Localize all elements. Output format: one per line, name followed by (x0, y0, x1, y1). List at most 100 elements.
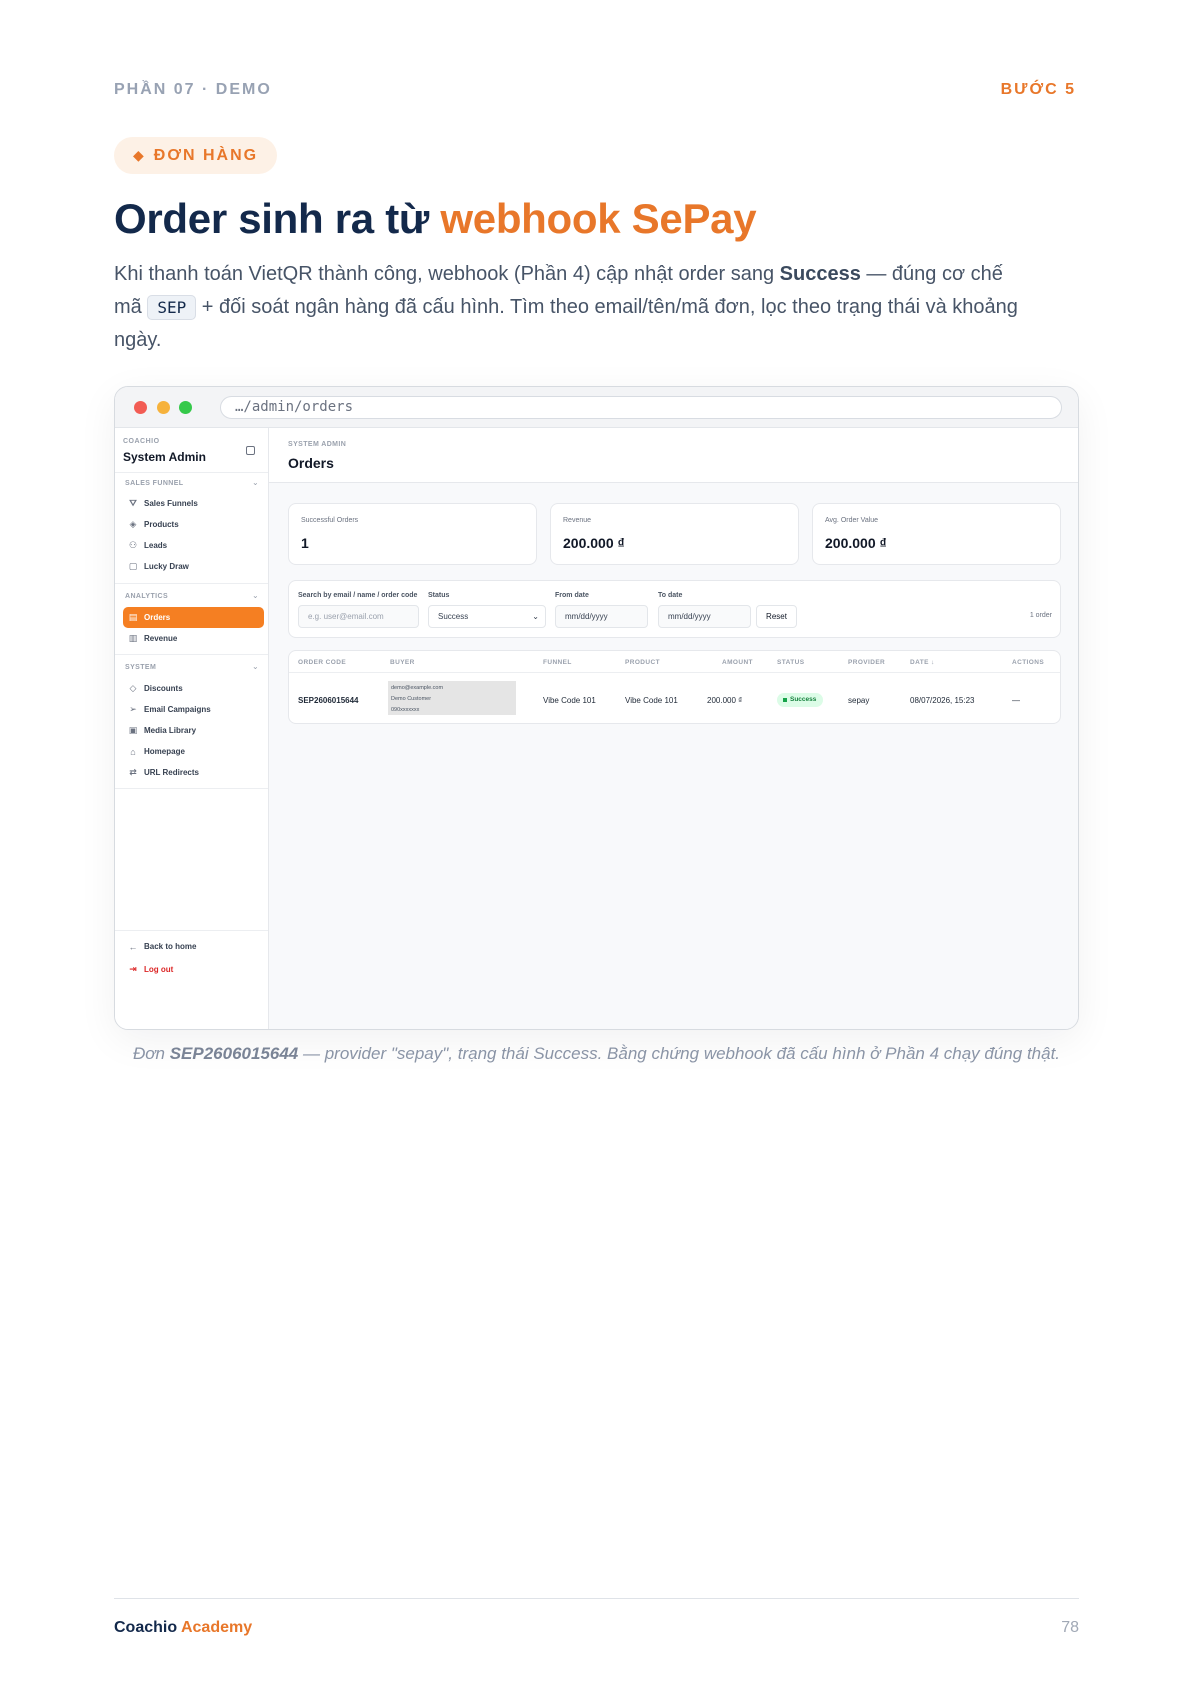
image-icon: ▣ (128, 725, 138, 735)
status-select[interactable]: Success ⌄ (428, 605, 546, 628)
address-bar[interactable]: …/admin/orders (220, 396, 1062, 419)
reset-button[interactable]: Reset (756, 605, 797, 628)
page-number: 78 (1061, 1619, 1079, 1636)
product-cell: Vibe Code 101 (625, 696, 678, 705)
diamond-icon: ◆ (133, 147, 146, 163)
sidebar-item-label: Discounts (144, 684, 183, 693)
lead-text-3: + đối soát ngân hàng đã cấu hình. Tìm th… (114, 296, 1018, 351)
square-icon: ▢ (128, 561, 138, 571)
back-to-home-link[interactable]: ← Back to home (123, 936, 264, 957)
provider-cell: sepay (848, 696, 870, 705)
maximize-dot[interactable] (179, 401, 192, 414)
page-kicker: SYSTEM ADMIN (288, 441, 347, 448)
figure-caption: Đơn SEP2606015644 — provider "sepay", tr… (114, 1044, 1079, 1064)
logout-icon: ⇥ (129, 964, 137, 974)
stat-card-successful-orders: Successful Orders 1 (288, 503, 537, 565)
buyer-phone: 090xxxxxxx (391, 707, 420, 713)
column-header: BUYER (390, 659, 415, 666)
logout-button[interactable]: ⇥ Log out (123, 959, 264, 980)
divider (115, 930, 268, 931)
redirect-icon: ⇄ (129, 767, 137, 777)
status-badge: Success (777, 693, 824, 707)
stat-label: Successful Orders (301, 517, 359, 524)
sidebar-item-label: Homepage (144, 747, 185, 756)
stat-card-avg-order-value: Avg. Order Value 200.000 ₫ (812, 503, 1061, 565)
browser-toolbar: …/admin/orders (115, 387, 1078, 428)
section-analytics[interactable]: ANALYTICS (125, 593, 168, 600)
minimize-dot[interactable] (157, 401, 170, 414)
page-heading: Order sinh ra từ webhook SePay (114, 195, 757, 243)
buyer-email: demo@example.com (391, 685, 444, 691)
divider (115, 788, 268, 789)
footer-brand: Coachio Academy (114, 1619, 252, 1637)
sidebar-item-label: Media Library (144, 726, 197, 735)
status-select-value: Success (438, 612, 469, 621)
sidebar-item-label: Revenue (144, 634, 178, 643)
sidebar-item-url-redirects[interactable]: ⇄ URL Redirects (123, 762, 264, 783)
sidebar-item-label: Products (144, 520, 179, 529)
caption-text-1: Đơn (132, 1044, 170, 1063)
sidebar-item-orders[interactable]: ▤ Orders (123, 607, 264, 628)
sidebar-item-label: Lucky Draw (144, 562, 189, 571)
sidebar-item-sales-funnels[interactable]: ⛛ Sales Funnels (123, 493, 264, 514)
from-date-input[interactable]: mm/dd/yyyy (555, 605, 648, 628)
column-header: PROVIDER (848, 659, 886, 666)
date-cell: 08/07/2026, 15:23 (910, 696, 975, 705)
column-header: AMOUNT (722, 659, 753, 666)
sidebar-item-email-campaigns[interactable]: ➢ Email Campaigns (123, 699, 264, 720)
arrow-left-icon: ← (128, 941, 138, 952)
divider (115, 472, 268, 473)
search-input[interactable]: e.g. user@email.com (298, 605, 419, 628)
date-sort-header[interactable]: DATE ↓ (910, 659, 935, 666)
column-header: FUNNEL (543, 659, 572, 666)
stat-value: 200.000 ₫ (825, 535, 887, 551)
stat-value: 200.000 ₫ (563, 535, 625, 551)
filter-bar: Search by email / name / order code e.g.… (288, 580, 1061, 638)
footer-brand-accent: Academy (177, 1619, 253, 1636)
orders-table: ORDER CODE BUYER FUNNEL PRODUCT AMOUNT S… (288, 650, 1061, 724)
stat-value: 1 (301, 535, 309, 551)
section-sales-funnel[interactable]: SALES FUNNEL (125, 480, 183, 487)
chevron-down-icon[interactable]: ⌄ (252, 662, 259, 671)
column-header: STATUS (777, 659, 805, 666)
sidebar-item-revenue[interactable]: ▥ Revenue (123, 628, 264, 649)
sidebar-item-leads[interactable]: ⚇ Leads (123, 535, 264, 556)
sidebar-item-label: Sales Funnels (144, 499, 198, 508)
heading-main: Order sinh ra từ (114, 195, 441, 242)
back-label: Back to home (144, 942, 197, 951)
to-date-label: To date (658, 592, 683, 599)
column-header: PRODUCT (625, 659, 660, 666)
sidebar-item-products[interactable]: ◈ Products (123, 514, 264, 535)
stat-card-revenue: Revenue 200.000 ₫ (550, 503, 799, 565)
sidebar-item-lucky-draw[interactable]: ▢ Lucky Draw (123, 556, 264, 577)
status-badge-label: Success (790, 696, 817, 703)
chevron-down-icon: ⌄ (532, 612, 539, 621)
sidebar-item-label: Leads (144, 541, 168, 550)
actions-cell[interactable]: — (1012, 696, 1020, 705)
home-icon: ⌂ (130, 746, 136, 757)
search-label: Search by email / name / order code (298, 592, 418, 599)
sidebar-item-homepage[interactable]: ⌂ Homepage (123, 741, 264, 762)
page-header: SYSTEM ADMIN Orders (269, 428, 1078, 483)
chevron-down-icon[interactable]: ⌄ (252, 591, 259, 600)
caption-bold: SEP2606015644 (169, 1044, 299, 1063)
sidebar-item-media-library[interactable]: ▣ Media Library (123, 720, 264, 741)
sidebar-item-label: Email Campaigns (144, 705, 211, 714)
order-code-cell: SEP2606015644 (298, 696, 359, 705)
footer-brand-name: Coachio (114, 1619, 178, 1636)
lead-text-1: Khi thanh toán VietQR thành công, webhoo… (114, 263, 780, 285)
section-system[interactable]: SYSTEM (125, 664, 156, 671)
divider (115, 583, 268, 584)
funnel-cell: Vibe Code 101 (543, 696, 596, 705)
close-dot[interactable] (134, 401, 147, 414)
footer-divider (114, 1598, 1079, 1599)
send-icon: ➢ (129, 704, 137, 714)
chevron-down-icon[interactable]: ⌄ (252, 478, 259, 487)
section-label: PHẦN 07 · DEMO (114, 81, 272, 98)
sidebar-toggle-icon[interactable] (246, 446, 255, 455)
to-date-input[interactable]: mm/dd/yyyy (658, 605, 751, 628)
sidebar-item-discounts[interactable]: ◇ Discounts (123, 678, 264, 699)
status-dot-icon (783, 698, 787, 702)
sidebar-item-label: URL Redirects (144, 768, 199, 777)
column-header: ORDER CODE (298, 659, 347, 666)
